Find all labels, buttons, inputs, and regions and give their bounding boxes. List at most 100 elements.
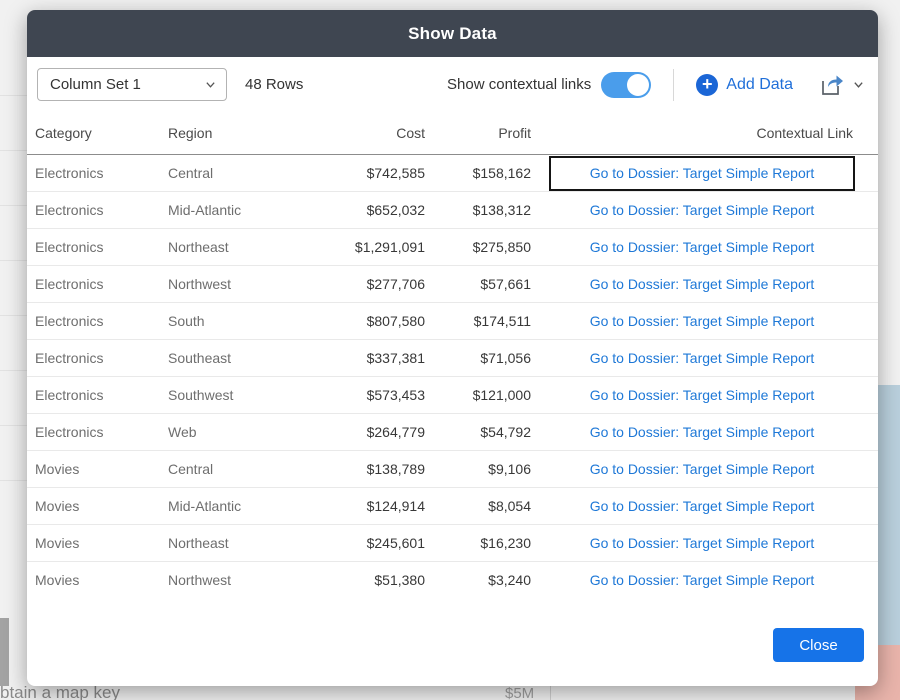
cell-cost: $742,585 [318, 165, 425, 181]
contextual-links-toggle[interactable] [601, 72, 651, 98]
cell-profit: $16,230 [425, 535, 531, 551]
cell-cost: $245,601 [318, 535, 425, 551]
show-data-dialog: Show Data Column Set 1 48 Rows Show cont… [27, 10, 878, 686]
cell-category: Electronics [35, 202, 168, 218]
background-divider [0, 480, 30, 481]
column-set-value: Column Set 1 [50, 76, 141, 93]
cell-profit: $3,240 [425, 572, 531, 588]
dossier-link[interactable]: Go to Dossier: Target Simple Report [590, 572, 815, 588]
cell-profit: $54,792 [425, 424, 531, 440]
add-data-button[interactable]: + Add Data [696, 74, 793, 96]
background-divider [0, 205, 30, 206]
row-count: 48 Rows [245, 76, 303, 93]
cell-profit: $71,056 [425, 350, 531, 366]
cell-contextual-link: Go to Dossier: Target Simple Report [549, 156, 855, 191]
cell-profit: $174,511 [425, 313, 531, 329]
background-divider [0, 315, 30, 316]
table-row: Electronics Central $742,585 $158,162 Go… [27, 155, 878, 192]
dossier-link[interactable]: Go to Dossier: Target Simple Report [590, 165, 815, 181]
cell-region: Central [168, 461, 318, 477]
table-row: Electronics Web $264,779 $54,792 Go to D… [27, 414, 878, 451]
cell-region: Southeast [168, 350, 318, 366]
cell-category: Electronics [35, 424, 168, 440]
dossier-link[interactable]: Go to Dossier: Target Simple Report [590, 202, 815, 218]
chevron-down-icon [205, 79, 216, 90]
cell-cost: $51,380 [318, 572, 425, 588]
column-set-select[interactable]: Column Set 1 [37, 68, 227, 101]
column-header-category[interactable]: Category [35, 125, 168, 141]
dossier-link[interactable]: Go to Dossier: Target Simple Report [590, 313, 815, 329]
cell-region: Southwest [168, 387, 318, 403]
column-header-cost[interactable]: Cost [318, 125, 425, 141]
cell-cost: $138,789 [318, 461, 425, 477]
background-axis-label: $5M [505, 685, 534, 700]
dossier-link[interactable]: Go to Dossier: Target Simple Report [590, 461, 815, 477]
cell-category: Electronics [35, 313, 168, 329]
background-divider [0, 150, 30, 151]
dossier-link[interactable]: Go to Dossier: Target Simple Report [590, 424, 815, 440]
toggle-knob [627, 74, 649, 96]
cell-contextual-link: Go to Dossier: Target Simple Report [549, 535, 855, 551]
cell-cost: $573,453 [318, 387, 425, 403]
dossier-link[interactable]: Go to Dossier: Target Simple Report [590, 498, 815, 514]
cell-category: Electronics [35, 239, 168, 255]
dossier-link[interactable]: Go to Dossier: Target Simple Report [590, 350, 815, 366]
dossier-link[interactable]: Go to Dossier: Target Simple Report [590, 276, 815, 292]
background-divider [0, 260, 30, 261]
toolbar-divider [673, 69, 674, 101]
dialog-toolbar: Column Set 1 48 Rows Show contextual lin… [27, 57, 878, 112]
table-row: Movies Mid-Atlantic $124,914 $8,054 Go t… [27, 488, 878, 525]
cell-cost: $124,914 [318, 498, 425, 514]
table-row: Movies Central $138,789 $9,106 Go to Dos… [27, 451, 878, 488]
cell-category: Movies [35, 461, 168, 477]
dossier-link[interactable]: Go to Dossier: Target Simple Report [590, 239, 815, 255]
close-button[interactable]: Close [773, 628, 864, 662]
cell-region: Mid-Atlantic [168, 498, 318, 514]
background-axis-gridline [550, 686, 551, 700]
background-divider [0, 425, 30, 426]
cell-category: Movies [35, 498, 168, 514]
cell-contextual-link: Go to Dossier: Target Simple Report [549, 239, 855, 255]
cell-category: Electronics [35, 276, 168, 292]
dossier-link[interactable]: Go to Dossier: Target Simple Report [590, 387, 815, 403]
cell-category: Electronics [35, 165, 168, 181]
cell-profit: $158,162 [425, 165, 531, 181]
dialog-header: Show Data [27, 10, 878, 57]
cell-cost: $337,381 [318, 350, 425, 366]
cell-contextual-link: Go to Dossier: Target Simple Report [549, 202, 855, 218]
cell-region: Web [168, 424, 318, 440]
cell-contextual-link: Go to Dossier: Target Simple Report [549, 572, 855, 588]
column-header-contextual-link[interactable]: Contextual Link [549, 125, 855, 141]
table-row: Electronics Mid-Atlantic $652,032 $138,3… [27, 192, 878, 229]
cell-profit: $275,850 [425, 239, 531, 255]
table-row: Electronics South $807,580 $174,511 Go t… [27, 303, 878, 340]
data-table: Category Region Cost Profit Contextual L… [27, 112, 878, 592]
table-row: Movies Northwest $51,380 $3,240 Go to Do… [27, 562, 878, 592]
table-row: Electronics Northwest $277,706 $57,661 G… [27, 266, 878, 303]
cell-category: Electronics [35, 387, 168, 403]
table-row: Movies Northeast $245,601 $16,230 Go to … [27, 525, 878, 562]
cell-category: Electronics [35, 350, 168, 366]
cell-profit: $9,106 [425, 461, 531, 477]
cell-region: Northeast [168, 239, 318, 255]
export-menu-button[interactable] [819, 72, 864, 98]
cell-region: Central [168, 165, 318, 181]
cell-cost: $264,779 [318, 424, 425, 440]
cell-cost: $1,291,091 [318, 239, 425, 255]
add-data-label: Add Data [726, 76, 793, 94]
cell-profit: $121,000 [425, 387, 531, 403]
cell-profit: $138,312 [425, 202, 531, 218]
column-header-region[interactable]: Region [168, 125, 318, 141]
table-row: Electronics Southeast $337,381 $71,056 G… [27, 340, 878, 377]
background-divider [0, 95, 30, 96]
column-header-profit[interactable]: Profit [425, 125, 531, 141]
cell-cost: $807,580 [318, 313, 425, 329]
cell-contextual-link: Go to Dossier: Target Simple Report [549, 424, 855, 440]
cell-region: Northwest [168, 572, 318, 588]
dossier-link[interactable]: Go to Dossier: Target Simple Report [590, 535, 815, 551]
table-row: Electronics Northeast $1,291,091 $275,85… [27, 229, 878, 266]
cell-contextual-link: Go to Dossier: Target Simple Report [549, 313, 855, 329]
cell-cost: $277,706 [318, 276, 425, 292]
table-row: Electronics Southwest $573,453 $121,000 … [27, 377, 878, 414]
cell-contextual-link: Go to Dossier: Target Simple Report [549, 387, 855, 403]
